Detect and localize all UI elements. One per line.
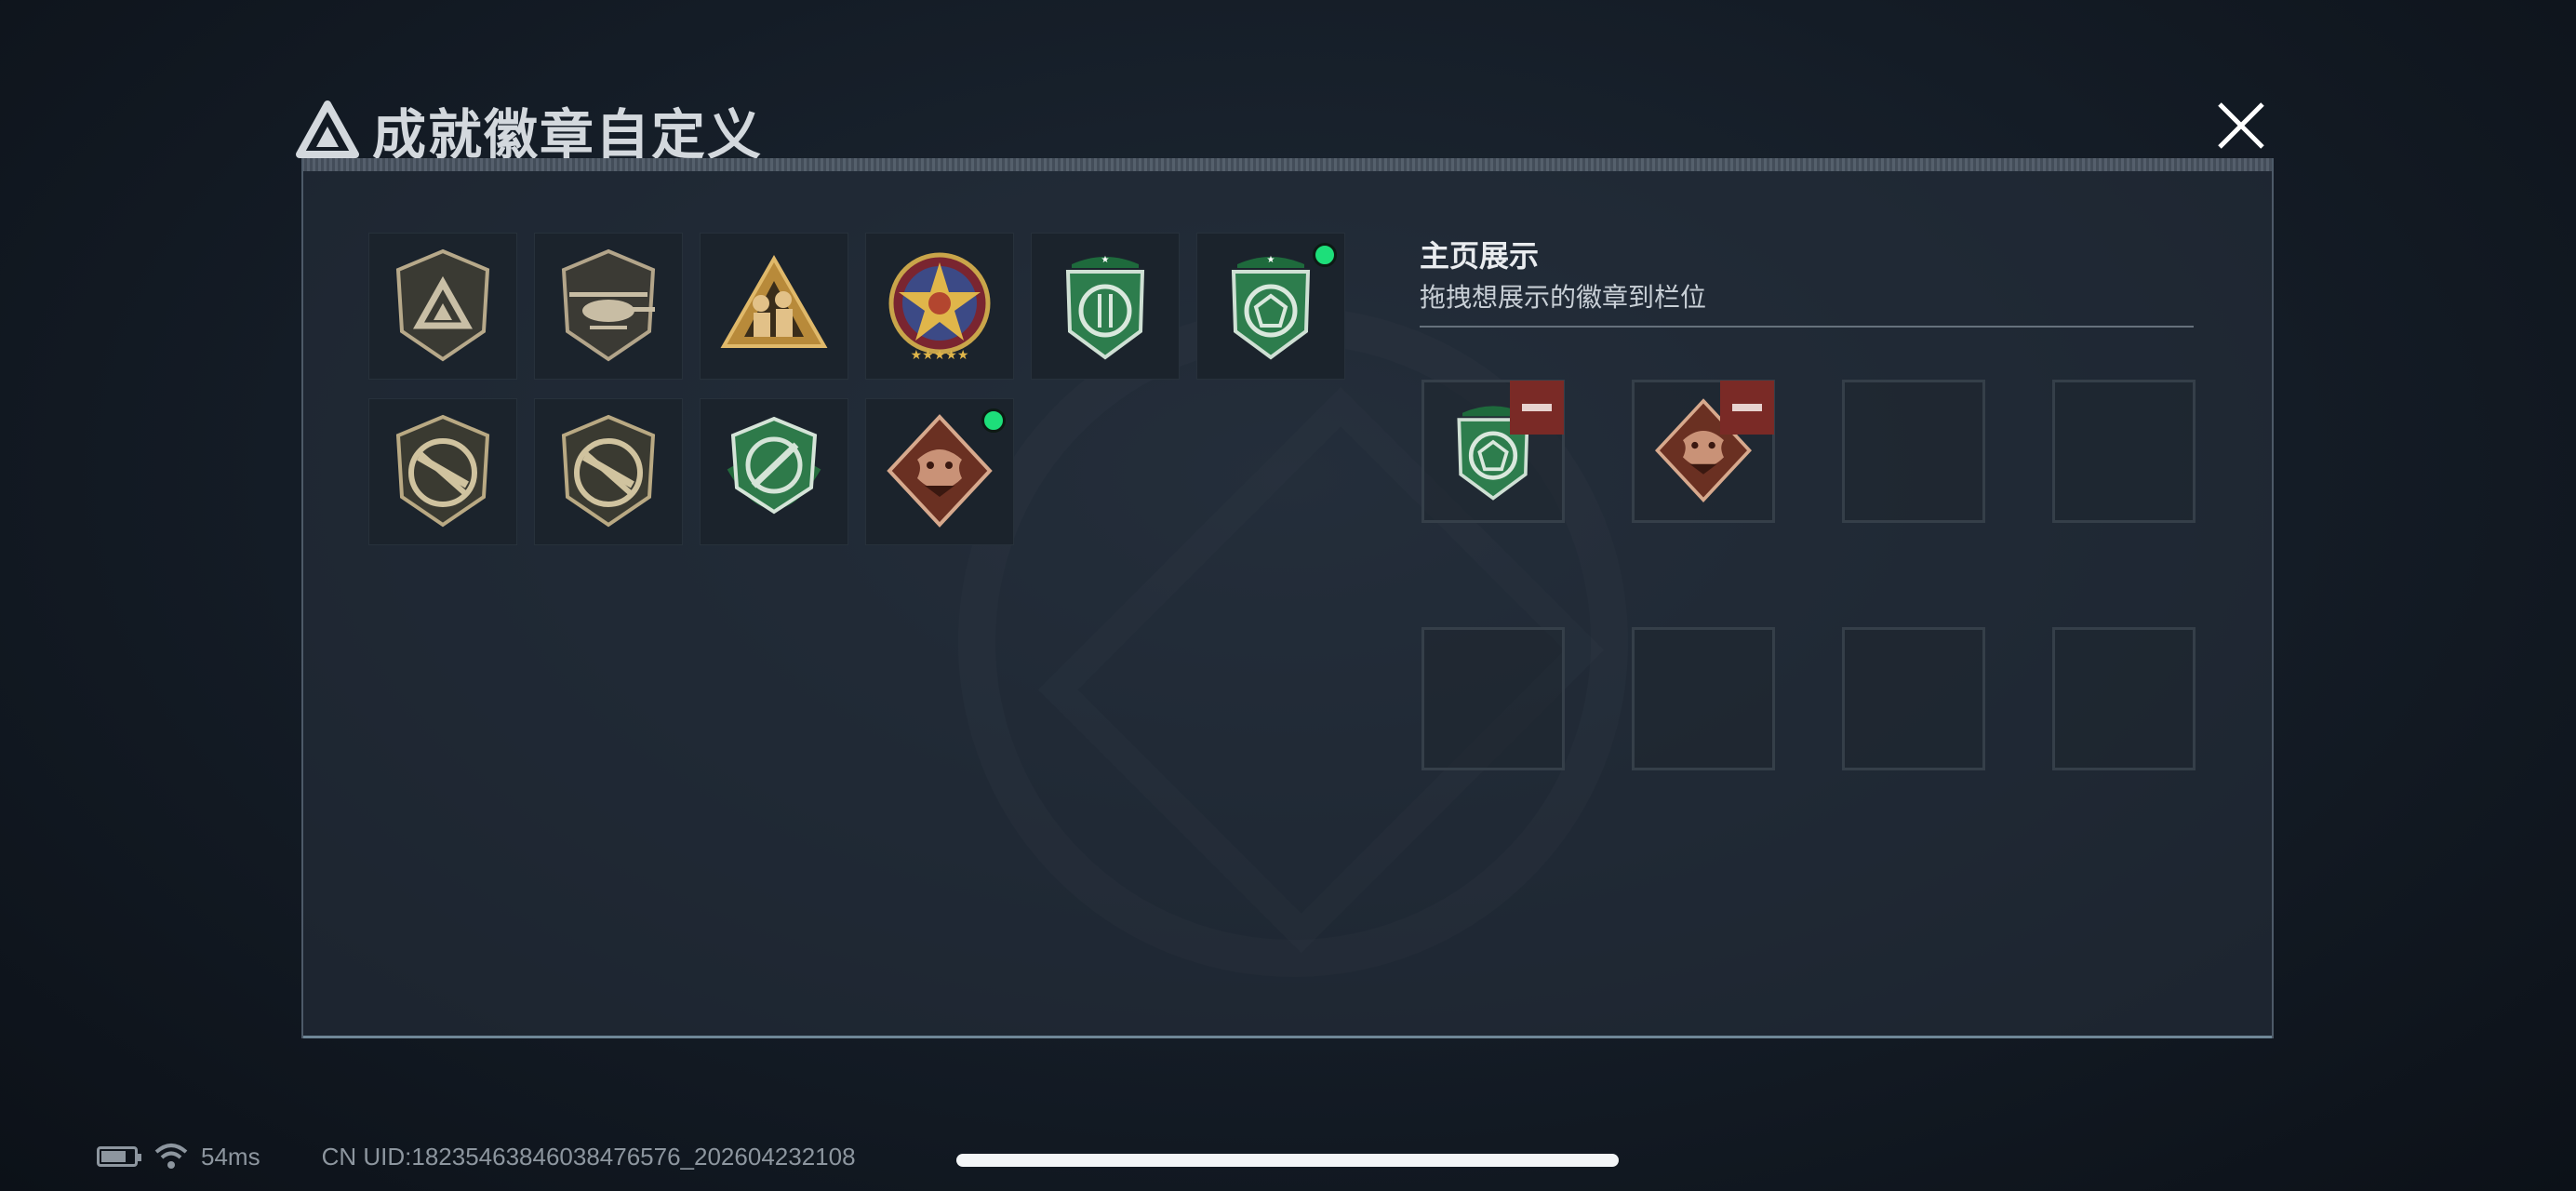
showcase-slot-3[interactable] — [1842, 380, 1985, 523]
showcase-subtitle: 拖拽想展示的徽章到栏位 — [1420, 283, 1707, 312]
battery-level — [101, 1151, 126, 1162]
helicopter-badge-icon — [561, 248, 656, 362]
svg-text:★: ★ — [1101, 255, 1110, 265]
triangle-shield-badge-icon — [395, 248, 490, 362]
soldiers-triangle-badge-icon — [720, 254, 828, 348]
status-bar: 54ms CN UID:18235463846038476576_2026042… — [97, 1137, 856, 1176]
showcase-slot-8[interactable] — [2052, 627, 2196, 770]
showcase-title: 主页展示 — [1420, 239, 1540, 273]
equipped-indicator — [1313, 243, 1337, 267]
remove-badge-button[interactable] — [1510, 381, 1564, 435]
badge-soldiers[interactable] — [700, 233, 848, 380]
green-gem-badge-icon: ★ — [1231, 255, 1311, 360]
equipped-indicator — [981, 408, 1006, 433]
dragon-badge-icon — [887, 414, 993, 528]
star-medal-badge-icon: ★★★★★ — [888, 252, 991, 363]
green-knife-badge-icon — [727, 416, 821, 515]
ping-value: 54ms — [201, 1142, 260, 1171]
user-uid: CN UID:18235463846038476576_202604232108 — [321, 1142, 856, 1171]
showcase-slot-2[interactable] — [1632, 380, 1775, 523]
home-indicator[interactable] — [956, 1154, 1619, 1167]
minus-icon — [1732, 404, 1762, 411]
showcase-slot-5[interactable] — [1421, 627, 1565, 770]
showcase-slot-6[interactable] — [1632, 627, 1775, 770]
showcase-slot-4[interactable] — [2052, 380, 2196, 523]
badge-green-gem[interactable]: ★ — [1196, 233, 1345, 380]
badge-helicopter[interactable] — [534, 233, 683, 380]
delta-logo-icon — [296, 100, 359, 158]
svg-text:★★★★★: ★★★★★ — [911, 348, 969, 363]
rifle-shield-badge-2-icon — [561, 414, 656, 528]
svg-text:★: ★ — [1267, 255, 1275, 265]
badge-dragon[interactable] — [865, 398, 1014, 545]
close-button[interactable] — [2207, 91, 2276, 160]
badge-triangle-shield[interactable] — [368, 233, 517, 380]
badge-star-medal[interactable]: ★★★★★ — [865, 233, 1014, 380]
badge-green-emblem[interactable]: ★ — [1031, 233, 1180, 380]
badge-green-knife[interactable] — [700, 398, 848, 545]
panel-bottom-line — [303, 1036, 2272, 1038]
showcase-slot-7[interactable] — [1842, 627, 1985, 770]
minus-icon — [1522, 404, 1552, 411]
green-emblem-badge-icon: ★ — [1065, 255, 1145, 360]
rifle-shield-badge-icon — [395, 414, 490, 528]
badge-rifle-shield[interactable] — [368, 398, 517, 545]
badge-rifle-shield-2[interactable] — [534, 398, 683, 545]
battery-icon — [97, 1146, 141, 1167]
showcase-divider — [1420, 326, 2194, 328]
showcase-slot-1[interactable] — [1421, 380, 1565, 523]
remove-badge-button[interactable] — [1720, 381, 1774, 435]
wifi-icon — [154, 1144, 188, 1169]
close-icon — [2218, 102, 2264, 149]
